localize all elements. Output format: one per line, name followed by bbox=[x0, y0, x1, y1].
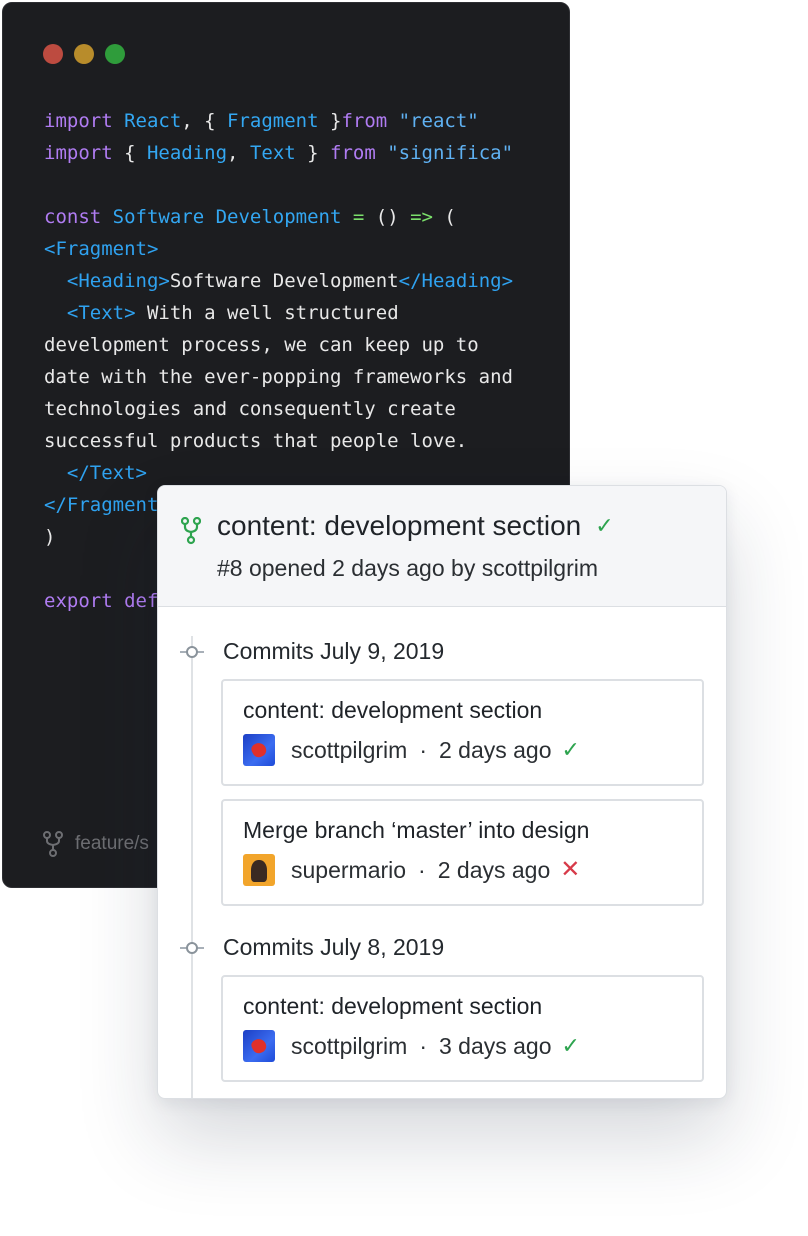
code-token: Text bbox=[249, 142, 296, 164]
commit-group-label: Commits July 9, 2019 bbox=[223, 638, 445, 664]
timeline-line bbox=[191, 636, 193, 1098]
pull-request-title[interactable]: content: development section ✓ bbox=[217, 510, 614, 542]
code-token: = bbox=[341, 206, 376, 228]
commit-time: 2 days ago bbox=[438, 736, 552, 763]
code-token: const bbox=[44, 206, 113, 228]
code-token: technologies and consequently create bbox=[44, 398, 456, 420]
code-token: <Heading> bbox=[66, 270, 170, 292]
cross-icon[interactable]: ✕ bbox=[560, 858, 580, 882]
commit-meta: supermario · 2 days ago ✕ bbox=[243, 854, 580, 886]
avatar[interactable] bbox=[243, 734, 275, 766]
separator: · bbox=[419, 736, 427, 763]
code-line: technologies and consequently create bbox=[44, 393, 513, 425]
commit-meta: scottpilgrim · 3 days ago ✓ bbox=[243, 1030, 580, 1062]
check-icon: ✓ bbox=[595, 513, 614, 538]
minimize-window-icon[interactable] bbox=[74, 44, 94, 64]
code-token: development process, we can keep up to bbox=[44, 334, 479, 356]
commit-item[interactable]: content: development section scottpilgri… bbox=[221, 679, 704, 786]
maximize-window-icon[interactable] bbox=[105, 44, 125, 64]
code-line: const Software Development = () => ( bbox=[44, 201, 513, 233]
code-line: import { Heading, Text } from "significa… bbox=[44, 137, 513, 169]
code-line: <Text> With a well structured bbox=[44, 297, 513, 329]
pull-request-title-text: content: development section bbox=[217, 510, 582, 541]
commit-author[interactable]: supermario bbox=[291, 857, 406, 884]
code-token: () bbox=[375, 206, 411, 228]
code-token: Software Development bbox=[169, 270, 399, 292]
timeline-node-icon bbox=[180, 941, 204, 955]
commit-title[interactable]: Merge branch ‘master’ into design bbox=[243, 817, 589, 844]
code-token: from bbox=[330, 142, 388, 164]
code-line: <Fragment> bbox=[44, 233, 513, 265]
commit-item[interactable]: Merge branch ‘master’ into design superm… bbox=[221, 799, 704, 906]
commit-author[interactable]: scottpilgrim bbox=[291, 737, 407, 764]
git-branch-icon bbox=[43, 831, 63, 857]
code-line: date with the ever-popping frameworks an… bbox=[44, 361, 513, 393]
avatar[interactable] bbox=[243, 1030, 275, 1062]
code-token: </Text> bbox=[66, 462, 147, 484]
close-window-icon[interactable] bbox=[43, 44, 63, 64]
check-icon[interactable]: ✓ bbox=[562, 1035, 580, 1057]
pull-request-card: content: development section ✓ #8 opened… bbox=[157, 485, 727, 1099]
avatar[interactable] bbox=[243, 854, 275, 886]
commit-author[interactable]: scottpilgrim bbox=[291, 1033, 407, 1060]
code-token: => bbox=[410, 206, 433, 228]
code-line: import React, { Fragment }from "react" bbox=[44, 105, 513, 137]
code-token: } bbox=[295, 142, 331, 164]
code-token: </Fragment> bbox=[44, 494, 170, 516]
code-token: from bbox=[341, 110, 399, 132]
commit-group-header: Commits July 8, 2019 bbox=[180, 934, 444, 961]
code-token: , { bbox=[181, 110, 228, 132]
code-token: With a well structured bbox=[135, 302, 399, 324]
code-line: <Heading>Software Development</Heading> bbox=[44, 265, 513, 297]
commit-group-header: Commits July 9, 2019 bbox=[180, 638, 444, 665]
commit-meta: scottpilgrim · 2 days ago ✓ bbox=[243, 734, 580, 766]
code-token: <Text> bbox=[66, 302, 136, 324]
branch-indicator[interactable]: feature/s bbox=[43, 831, 149, 857]
code-token: <Fragment> bbox=[44, 238, 159, 260]
branch-name: feature/s bbox=[75, 833, 149, 854]
code-token: { bbox=[124, 142, 147, 164]
separator: · bbox=[418, 856, 426, 883]
commit-group-label: Commits July 8, 2019 bbox=[223, 934, 445, 960]
code-line: successful products that people love. bbox=[44, 425, 513, 457]
code-token: date with the ever-popping frameworks an… bbox=[44, 366, 513, 388]
commit-time: 3 days ago bbox=[438, 1032, 552, 1059]
code-line: development process, we can keep up to bbox=[44, 329, 513, 361]
code-token: import bbox=[44, 110, 125, 132]
commit-title[interactable]: content: development section bbox=[243, 993, 542, 1020]
pull-request-subtitle: #8 opened 2 days ago by scottpilgrim bbox=[217, 555, 599, 581]
code-token: </Heading> bbox=[398, 270, 514, 292]
code-token: import bbox=[44, 142, 125, 164]
timeline-node-icon bbox=[180, 645, 204, 659]
code-token: ( bbox=[432, 206, 456, 228]
commit-title[interactable]: content: development section bbox=[243, 697, 542, 724]
code-token: "significa" bbox=[387, 142, 514, 164]
commit-time: 2 days ago bbox=[437, 856, 551, 883]
code-token: , bbox=[227, 142, 250, 164]
code-token: "react" bbox=[398, 110, 479, 132]
pull-request-header: content: development section ✓ #8 opened… bbox=[158, 486, 726, 607]
code-token: successful products that people love. bbox=[44, 430, 468, 452]
code-token: } bbox=[318, 110, 342, 132]
check-icon[interactable]: ✓ bbox=[562, 739, 580, 761]
code-token: Heading bbox=[146, 142, 228, 164]
code-token: React bbox=[124, 110, 182, 132]
separator: · bbox=[419, 1032, 427, 1059]
commit-item[interactable]: content: development section scottpilgri… bbox=[221, 975, 704, 1082]
code-token: ) bbox=[44, 526, 56, 548]
window-controls bbox=[43, 44, 125, 64]
code-token: Software Development bbox=[112, 206, 342, 228]
pull-request-icon bbox=[181, 517, 201, 545]
code-token: Fragment bbox=[227, 110, 319, 132]
code-token: export def bbox=[44, 590, 159, 612]
